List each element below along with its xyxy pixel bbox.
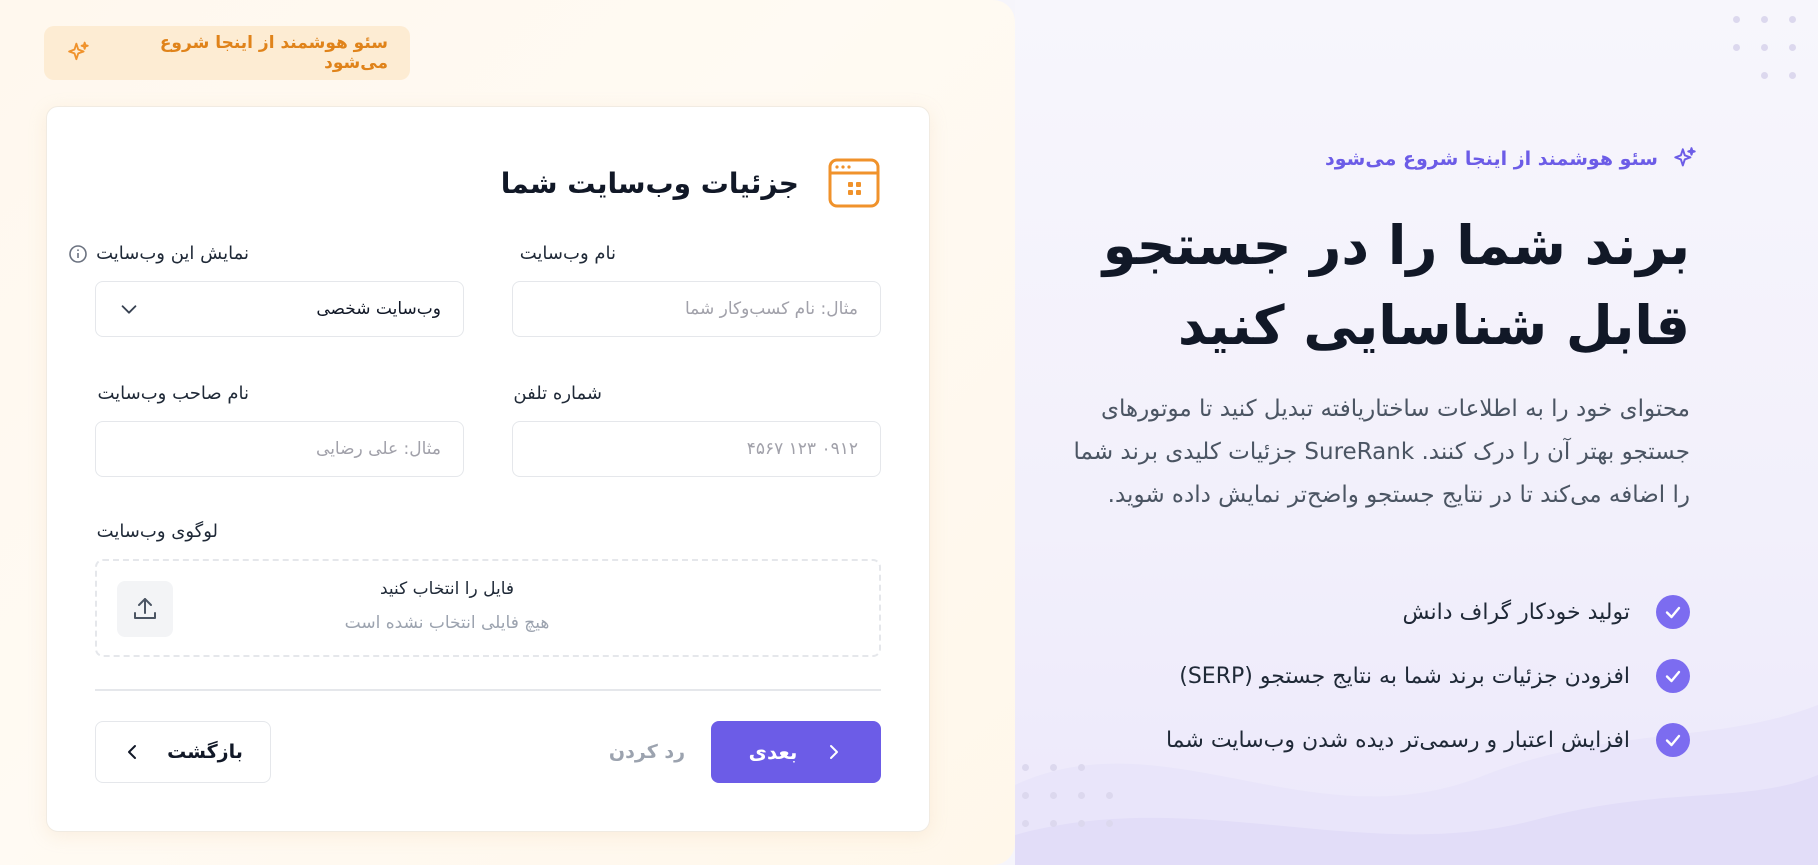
card-title: جزئیات وب‌سایت شما xyxy=(500,166,799,200)
check-icon xyxy=(1656,595,1690,629)
next-button[interactable]: بعدی xyxy=(711,721,881,783)
hero-title-line-2: قابل شناسایی کنید xyxy=(1177,294,1690,357)
owner-name-label: نام صاحب وب‌سایت xyxy=(97,383,249,404)
feature-item: افزایش اعتبار و رسمی‌تر دیده شدن وب‌سایت… xyxy=(1166,723,1690,757)
website-name-placeholder: مثال: نام کسب‌وکار شما xyxy=(684,299,858,319)
feature-item: تولید خودکار گراف دانش xyxy=(1402,595,1690,629)
website-name-label-text: نام وب‌سایت xyxy=(519,243,616,264)
website-type-label-text: نمایش این وب‌سایت xyxy=(96,243,249,264)
upload-icon xyxy=(134,598,156,619)
skip-button[interactable]: رد کردن xyxy=(577,721,717,783)
hero-badge: سئو هوشمند از اینجا شروع می‌شود xyxy=(1325,146,1698,172)
website-type-value: وب‌سایت شخصی xyxy=(316,299,441,319)
next-button-label: بعدی xyxy=(748,740,798,764)
smart-seo-badge-text: سئو هوشمند از اینجا شروع می‌شود xyxy=(159,33,388,73)
owner-name-label-text: نام صاحب وب‌سایت xyxy=(97,383,249,404)
back-button[interactable]: بازگشت xyxy=(95,721,271,783)
check-icon xyxy=(1656,723,1690,757)
website-type-label: نمایش این وب‌سایت xyxy=(68,243,249,264)
logo-label: لوگوی وب‌سایت xyxy=(97,521,218,542)
upload-button[interactable] xyxy=(117,581,173,637)
feature-item-text: تولید خودکار گراف دانش xyxy=(1402,599,1630,625)
phone-placeholder: ۰۹۱۲ ۱۲۳ ۴۵۶۷ xyxy=(746,439,858,459)
divider xyxy=(95,689,881,691)
owner-name-input[interactable]: مثال: علی رضایی xyxy=(95,421,464,477)
website-details-card: جزئیات وب‌سایت شما نام وب‌سایت مثال: نام… xyxy=(46,106,930,832)
logo-label-text: لوگوی وب‌سایت xyxy=(96,521,218,542)
smart-seo-badge: سئو هوشمند از اینجا شروع می‌شود xyxy=(44,26,410,80)
card-header: جزئیات وب‌سایت شما xyxy=(501,155,881,211)
hero-description: محتوای خود را به اطلاعات ساختاریافته تبد… xyxy=(1073,396,1690,508)
choose-file-text[interactable]: فایل را انتخاب کنید xyxy=(297,579,597,599)
dot-grid-bottom xyxy=(1022,764,1142,854)
no-file-selected-text: هیچ فایلی انتخاب نشده است xyxy=(344,613,550,633)
phone-label-text: شماره تلفن xyxy=(513,383,602,404)
info-icon[interactable] xyxy=(68,244,88,264)
hero-title: برند شما را در جستجو قابل شناسایی کنید xyxy=(1050,206,1690,366)
feature-item: افزودن جزئیات برند شما به نتایج جستجو (S… xyxy=(1179,659,1690,693)
sparkle-icon xyxy=(68,41,89,61)
chevron-left-icon xyxy=(128,745,137,759)
hero-title-line-1: برند شما را در جستجو xyxy=(1102,214,1690,277)
phone-label: شماره تلفن xyxy=(513,383,602,404)
website-type-select[interactable]: وب‌سایت شخصی xyxy=(95,281,464,337)
website-name-input[interactable]: مثال: نام کسب‌وکار شما xyxy=(512,281,881,337)
chevron-right-icon xyxy=(830,745,839,759)
sparkle-icon xyxy=(1674,147,1696,167)
browser-window-icon xyxy=(828,158,880,208)
back-button-label: بازگشت xyxy=(167,741,243,763)
hero-badge-text: سئو هوشمند از اینجا شروع می‌شود xyxy=(1325,148,1658,170)
owner-name-placeholder: مثال: علی رضایی xyxy=(316,439,441,459)
website-name-label: نام وب‌سایت xyxy=(520,243,616,264)
logo-upload-dropzone[interactable]: فایل را انتخاب کنید هیچ فایلی انتخاب نشد… xyxy=(95,559,881,657)
feature-item-text: افزایش اعتبار و رسمی‌تر دیده شدن وب‌سایت… xyxy=(1165,727,1630,753)
phone-input[interactable]: ۰۹۱۲ ۱۲۳ ۴۵۶۷ xyxy=(512,421,881,477)
skip-button-label: رد کردن xyxy=(608,741,686,763)
check-icon xyxy=(1656,659,1690,693)
dot-grid-top-right xyxy=(1733,16,1813,86)
chevron-down-icon xyxy=(121,305,137,314)
feature-item-text: افزودن جزئیات برند شما به نتایج جستجو (S… xyxy=(1179,663,1630,689)
